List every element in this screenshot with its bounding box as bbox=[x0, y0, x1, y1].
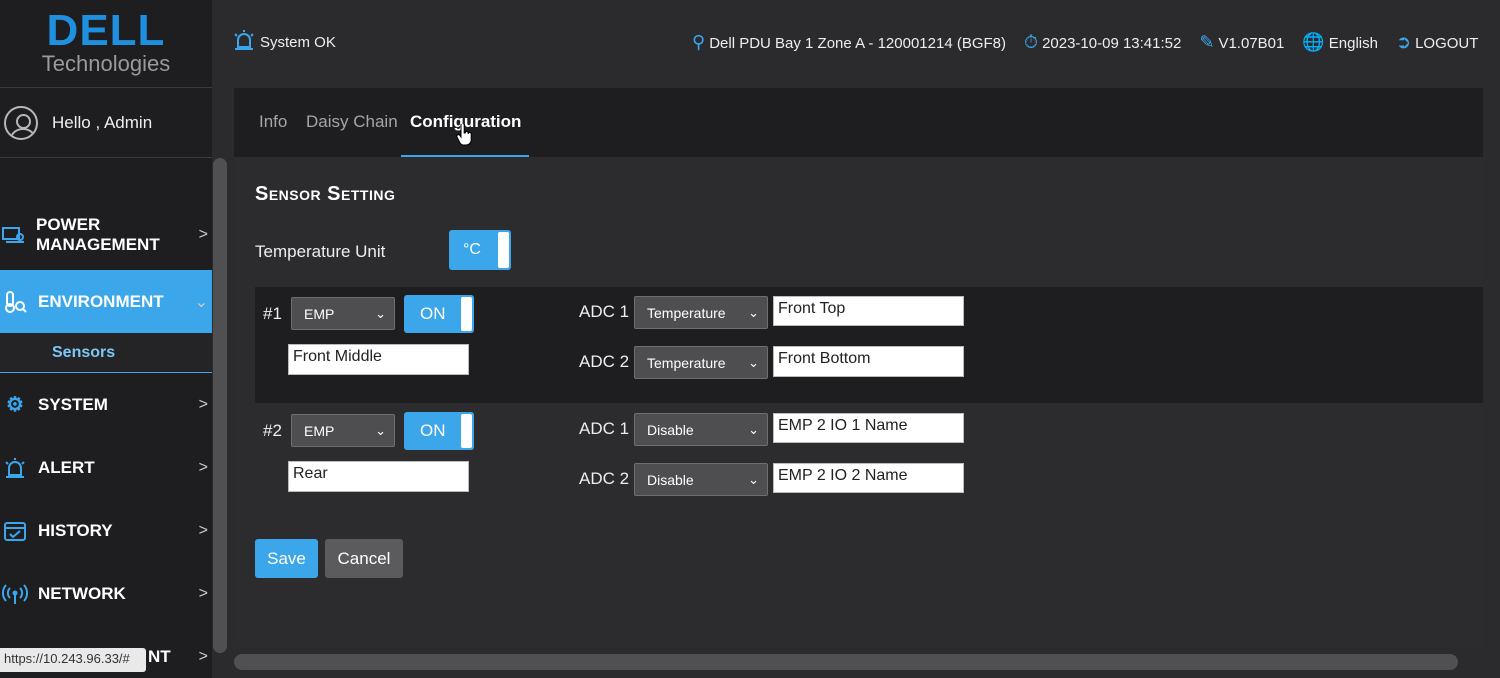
logout-icon: ➲ bbox=[1395, 31, 1412, 52]
device-location[interactable]: ⚲ Dell PDU Bay 1 Zone A - 120001214 (BGF8… bbox=[692, 32, 1006, 53]
nav-label: ENVIRONMENT bbox=[38, 291, 164, 311]
adc1-type-select[interactable]: Disable ⌄ bbox=[634, 413, 768, 446]
logout-text: LOGOUT bbox=[1415, 34, 1479, 52]
nav-item-environment[interactable]: ENVIRONMENT ⌄ bbox=[0, 270, 212, 333]
sensor-index: #2 bbox=[263, 421, 282, 440]
temperature-unit-toggle[interactable]: °C bbox=[449, 230, 511, 270]
chevron-right-icon: > bbox=[198, 584, 208, 602]
nav-label: ALERT bbox=[38, 457, 95, 477]
adc2-type-select[interactable]: Disable ⌄ bbox=[634, 463, 768, 496]
section-title: Sensor Setting bbox=[255, 183, 396, 205]
adc2-name-input[interactable]: EMP 2 IO 2 Name bbox=[773, 463, 964, 493]
chevron-right-icon: > bbox=[198, 647, 208, 665]
logout-button[interactable]: ➲ LOGOUT bbox=[1396, 32, 1478, 53]
chevron-down-icon: ⌄ bbox=[748, 304, 759, 320]
adc2-label: ADC 2 bbox=[579, 352, 630, 371]
language-selector[interactable]: 🌐 English bbox=[1302, 32, 1378, 53]
nav-label: SYSTEM bbox=[38, 394, 108, 414]
nav-label: HISTORY bbox=[38, 520, 113, 540]
adc2-type-select[interactable]: Temperature ⌄ bbox=[634, 346, 768, 379]
system-status-text: System OK bbox=[260, 33, 336, 51]
top-header: System OK ⚲ Dell PDU Bay 1 Zone A - 12000… bbox=[232, 20, 1500, 64]
select-value: Temperature bbox=[647, 354, 726, 371]
nav-item-system[interactable]: ⚙ SYSTEM > bbox=[0, 373, 212, 436]
adc1-label: ADC 1 bbox=[579, 302, 630, 321]
select-value: Disable bbox=[647, 471, 694, 488]
select-value: EMP bbox=[304, 305, 335, 322]
cancel-button[interactable]: Cancel bbox=[325, 539, 403, 578]
alarm-icon bbox=[232, 29, 256, 56]
chevron-right-icon: > bbox=[198, 521, 208, 539]
gear-icon: ⚙ bbox=[6, 394, 24, 416]
dell-logo[interactable]: DELL Technologies bbox=[0, 0, 212, 88]
chevron-right-icon: > bbox=[198, 458, 208, 476]
temperature-unit-label: Temperature Unit bbox=[255, 242, 386, 261]
adc1-name-input[interactable]: Front Top bbox=[773, 296, 964, 326]
sensor-name-input[interactable]: Front Middle bbox=[288, 344, 469, 375]
adc1-label: ADC 1 bbox=[579, 419, 630, 438]
sensor-type-select[interactable]: EMP ⌄ bbox=[291, 414, 395, 447]
select-value: EMP bbox=[304, 422, 335, 439]
horizontal-scrollbar[interactable] bbox=[234, 654, 1458, 670]
chevron-down-icon: ⌄ bbox=[748, 421, 759, 437]
sensor-name-input[interactable]: Rear bbox=[288, 461, 469, 492]
chevron-right-icon: > bbox=[198, 395, 208, 413]
adc1-type-select[interactable]: Temperature ⌄ bbox=[634, 296, 768, 329]
nav-menu: POWER MANAGEMENT > ENVIRONMENT ⌄ Sensors… bbox=[0, 200, 212, 678]
tab-daisy-chain[interactable]: Daisy Chain bbox=[306, 112, 398, 132]
location-pin-icon: ⚲ bbox=[692, 31, 706, 52]
status-url: https://10.243.96.33/# bbox=[0, 648, 146, 672]
clock-icon: ⏱ bbox=[1024, 31, 1039, 52]
nav-subitem-sensors[interactable]: Sensors bbox=[0, 333, 212, 373]
nav-label: NETWORK bbox=[38, 583, 126, 603]
nav-item-history[interactable]: HISTORY > bbox=[0, 499, 212, 562]
hand-cursor-icon bbox=[456, 124, 472, 146]
user-greeting: Hello , Admin bbox=[0, 88, 212, 158]
nav-item-power-management[interactable]: POWER MANAGEMENT > bbox=[0, 200, 212, 270]
datetime-text: 2023-10-09 13:41:52 bbox=[1042, 34, 1182, 52]
sensor-type-select[interactable]: EMP ⌄ bbox=[291, 297, 395, 330]
datetime[interactable]: ⏱ 2023-10-09 13:41:52 bbox=[1024, 32, 1181, 53]
sensor-on-toggle[interactable]: ON bbox=[404, 295, 474, 333]
save-button[interactable]: Save bbox=[255, 539, 318, 578]
sensor-index: #1 bbox=[263, 304, 282, 323]
sidebar: DELL Technologies Hello , Admin POWER MA… bbox=[0, 0, 212, 678]
language-text: English bbox=[1328, 34, 1378, 52]
globe-icon: 🌐 bbox=[1302, 31, 1325, 52]
chevron-down-icon: ⌄ bbox=[748, 471, 759, 487]
tabs-bar: Info Daisy Chain Configuration bbox=[234, 88, 1483, 157]
select-value: Disable bbox=[647, 421, 694, 438]
sensor-on-toggle[interactable]: ON bbox=[404, 412, 474, 450]
power-management-icon bbox=[2, 222, 26, 248]
logo-subtitle: Technologies bbox=[41, 50, 171, 76]
pencil-icon: ✎ bbox=[1199, 31, 1215, 52]
version-text: V1.07B01 bbox=[1218, 34, 1285, 52]
chevron-down-icon: ⌄ bbox=[375, 422, 386, 438]
nav-item-network[interactable]: NETWORK > bbox=[0, 562, 212, 625]
chevron-right-icon: > bbox=[198, 226, 208, 243]
antenna-icon bbox=[2, 581, 28, 607]
sidebar-scrollbar[interactable] bbox=[213, 158, 227, 653]
user-name: Hello , Admin bbox=[52, 112, 153, 132]
nav-label: NT bbox=[148, 646, 171, 666]
chevron-down-icon: ⌄ bbox=[194, 293, 208, 311]
sensor-setting-panel: Sensor Setting Temperature Unit °C #1 EM… bbox=[234, 157, 1483, 647]
calendar-check-icon bbox=[2, 518, 28, 544]
logo-mark: DELL bbox=[46, 5, 166, 55]
avatar-icon bbox=[4, 105, 38, 140]
tab-info[interactable]: Info bbox=[259, 112, 287, 132]
alarm-icon bbox=[2, 455, 28, 481]
nav-item-alert[interactable]: ALERT > bbox=[0, 436, 212, 499]
nav-label: POWER MANAGEMENT bbox=[36, 215, 160, 254]
chevron-down-icon: ⌄ bbox=[375, 305, 386, 321]
device-text: Dell PDU Bay 1 Zone A - 120001214 (BGF8) bbox=[709, 34, 1007, 52]
select-value: Temperature bbox=[647, 304, 726, 321]
system-status[interactable]: System OK bbox=[232, 29, 336, 56]
firmware-version[interactable]: ✎ V1.07B01 bbox=[1199, 32, 1284, 53]
adc1-name-input[interactable]: EMP 2 IO 1 Name bbox=[773, 413, 964, 443]
adc2-name-input[interactable]: Front Bottom bbox=[773, 346, 964, 377]
chevron-down-icon: ⌄ bbox=[748, 354, 759, 370]
adc2-label: ADC 2 bbox=[579, 469, 630, 488]
environment-icon bbox=[2, 289, 28, 315]
